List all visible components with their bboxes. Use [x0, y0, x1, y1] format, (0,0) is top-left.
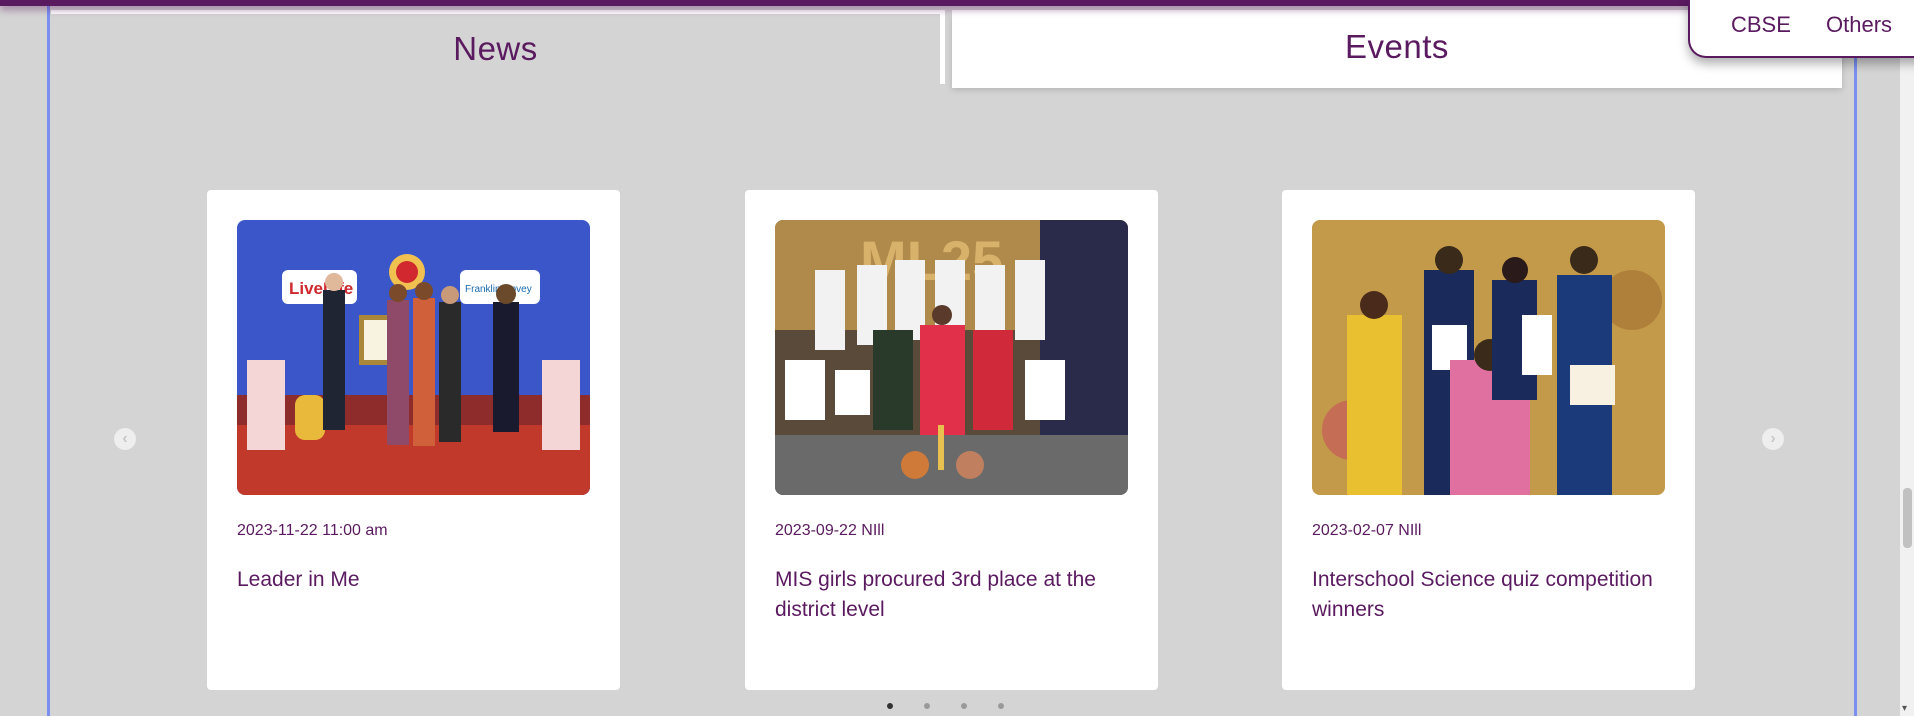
news-card-image: ML25 — [775, 220, 1128, 495]
news-card-title[interactable]: Interschool Science quiz competition win… — [1312, 565, 1672, 625]
carousel-dot[interactable] — [961, 703, 967, 709]
chevron-left-icon[interactable]: ‹ — [114, 428, 136, 450]
scrollbar-thumb[interactable] — [1903, 488, 1912, 548]
dropdown-menu: CBSE Others — [1688, 0, 1914, 58]
news-card-date: 2023-11-22 11:00 am — [237, 522, 388, 539]
news-card-title[interactable]: Leader in Me — [237, 565, 597, 595]
tab-news[interactable]: News — [51, 10, 945, 84]
news-card-image — [1312, 220, 1665, 495]
carousel-dot[interactable] — [887, 703, 893, 709]
news-card-image: LiveLife Franklin Covey — [237, 220, 590, 495]
news-card-date: 2023-09-22 NIll — [775, 522, 885, 539]
news-card[interactable]: 2023-02-07 NIll Interschool Science quiz… — [1282, 190, 1695, 690]
carousel-pagination — [887, 703, 1004, 709]
carousel-dot[interactable] — [924, 703, 930, 709]
scroll-down-arrow-icon[interactable]: ▾ — [1902, 703, 1907, 714]
news-card-title[interactable]: MIS girls procured 3rd place at the dist… — [775, 565, 1135, 625]
menu-item-others[interactable]: Others — [1826, 12, 1892, 38]
news-card[interactable]: LiveLife Franklin Covey 2023-11-22 11:00… — [207, 190, 620, 690]
news-card[interactable]: ML25 2023-09-22 NIll MIS girls procured … — [745, 190, 1158, 690]
page-scrollbar[interactable]: ▾ — [1900, 0, 1914, 716]
top-header-shadow — [0, 0, 1914, 6]
chevron-right-icon[interactable]: › — [1762, 428, 1784, 450]
menu-item-cbse[interactable]: CBSE — [1731, 12, 1791, 38]
news-card-date: 2023-02-07 NIll — [1312, 522, 1422, 539]
carousel-dot[interactable] — [998, 703, 1004, 709]
